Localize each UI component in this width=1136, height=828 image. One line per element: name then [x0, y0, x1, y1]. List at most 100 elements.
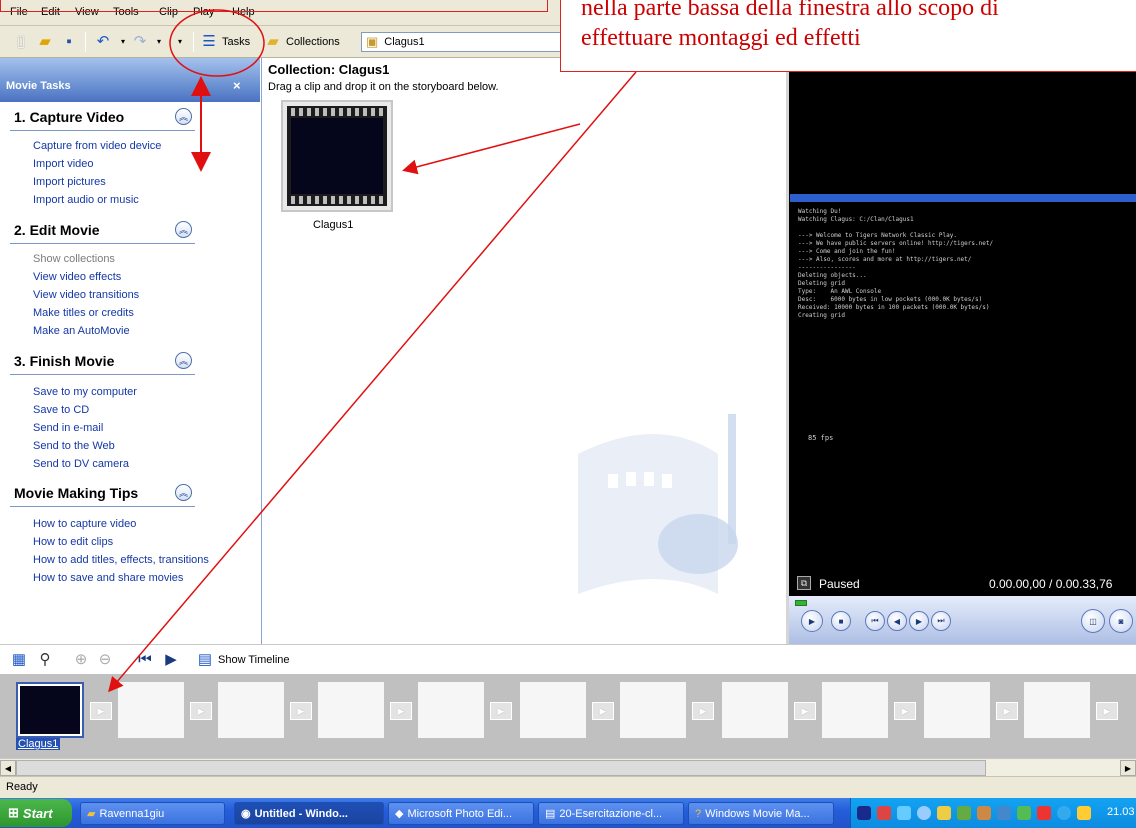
transition-slot-icon[interactable]: ▶ [692, 702, 714, 720]
tray-connection-icon[interactable] [1057, 806, 1071, 820]
storyboard-empty-cell[interactable] [722, 682, 788, 738]
tray-pdf-icon[interactable] [1037, 806, 1051, 820]
tray-volume-icon[interactable] [917, 806, 931, 820]
storyboard-empty-cell[interactable] [822, 682, 888, 738]
set-audio-levels-icon[interactable]: ⚲ [36, 651, 54, 669]
tray-messenger-icon[interactable] [937, 806, 951, 820]
transition-slot-icon[interactable]: ▶ [592, 702, 614, 720]
scroll-left-arrow-icon[interactable]: ◀ [0, 760, 16, 776]
storyboard-clip-label[interactable]: Clagus1 [16, 738, 61, 750]
timeline-icon[interactable]: ▤ [196, 651, 214, 669]
transition-slot-icon[interactable]: ▶ [490, 702, 512, 720]
transition-slot-icon[interactable]: ▶ [390, 702, 412, 720]
undo-icon[interactable]: ↶ [94, 33, 112, 51]
link-how-to-save[interactable]: How to save and share movies [33, 572, 183, 584]
toolbar-options-icon[interactable]: ▾ [171, 33, 189, 51]
link-send-email[interactable]: Send in e-mail [33, 422, 103, 434]
transition-slot-icon[interactable]: ▶ [90, 702, 112, 720]
section-capture-video[interactable]: 1. Capture Video [14, 109, 124, 125]
seek-slider-handle[interactable] [795, 600, 807, 606]
close-icon[interactable]: × [233, 78, 241, 93]
start-button[interactable]: ⊞ Start [0, 799, 72, 827]
rewind-storyboard-icon[interactable]: ⏮ [136, 651, 154, 669]
link-make-titles[interactable]: Make titles or credits [33, 307, 134, 319]
storyboard-empty-cell[interactable] [520, 682, 586, 738]
link-send-dv-camera[interactable]: Send to DV camera [33, 458, 129, 470]
link-import-video[interactable]: Import video [33, 158, 94, 170]
zoom-out-icon[interactable]: ⊖ [96, 651, 114, 669]
full-screen-icon[interactable]: ⧉ [797, 576, 811, 590]
collapse-chevron-icon[interactable]: ︽ [175, 484, 192, 501]
storyboard-clip[interactable] [16, 682, 84, 738]
section-finish-movie[interactable]: 3. Finish Movie [14, 353, 114, 369]
link-how-to-capture[interactable]: How to capture video [33, 518, 136, 530]
take-picture-icon[interactable]: ◙ [1109, 609, 1133, 633]
redo-dropdown-icon[interactable]: ▾ [150, 33, 168, 51]
link-save-to-computer[interactable]: Save to my computer [33, 386, 137, 398]
clip-label[interactable]: Clagus1 [313, 219, 353, 231]
storyboard-empty-cell[interactable] [118, 682, 184, 738]
show-timeline-button[interactable]: Show Timeline [218, 654, 290, 666]
undo-dropdown-icon[interactable]: ▾ [114, 33, 132, 51]
transition-slot-icon[interactable]: ▶ [996, 702, 1018, 720]
transition-slot-icon[interactable]: ▶ [894, 702, 916, 720]
storyboard-empty-cell[interactable] [924, 682, 990, 738]
clip-thumbnail[interactable] [281, 100, 393, 212]
previous-frame-icon[interactable]: ⏮ [865, 611, 885, 631]
taskbar-button-movie-maker-help[interactable]: ? Windows Movie Ma... [688, 802, 834, 825]
play-icon[interactable]: ▶ [801, 610, 823, 632]
tasks-button[interactable]: Tasks [222, 36, 250, 48]
scrollbar-thumb[interactable] [16, 760, 986, 776]
link-view-video-transitions[interactable]: View video transitions [33, 289, 139, 301]
rewind-icon[interactable]: ◀ [887, 611, 907, 631]
section-edit-movie[interactable]: 2. Edit Movie [14, 222, 100, 238]
tray-network-icon[interactable] [877, 806, 891, 820]
storyboard-empty-cell[interactable] [418, 682, 484, 738]
forward-icon[interactable]: ▶ [909, 611, 929, 631]
scroll-right-arrow-icon[interactable]: ▶ [1120, 760, 1136, 776]
taskbar-button-folder[interactable]: ▰ Ravenna1giu [80, 802, 225, 825]
transition-slot-icon[interactable]: ▶ [794, 702, 816, 720]
split-clip-icon[interactable]: ◫ [1081, 609, 1105, 633]
collections-icon[interactable]: ▰ [264, 33, 282, 51]
tray-app-icon[interactable] [857, 806, 871, 820]
stop-icon[interactable]: ■ [831, 611, 851, 631]
taskbar-button-photo-editor[interactable]: ◆ Microsoft Photo Edi... [388, 802, 534, 825]
taskbar-button-word-document[interactable]: ▤ 20-Esercitazione-cl... [538, 802, 684, 825]
link-save-to-cd[interactable]: Save to CD [33, 404, 89, 416]
next-frame-icon[interactable]: ⏭ [931, 611, 951, 631]
tasks-icon[interactable]: ☰ [200, 33, 218, 51]
storyboard-empty-cell[interactable] [1024, 682, 1090, 738]
save-icon[interactable]: ▪ [60, 33, 78, 51]
transition-slot-icon[interactable]: ▶ [1096, 702, 1118, 720]
storyboard-empty-cell[interactable] [318, 682, 384, 738]
storyboard-view-icon[interactable]: ▦ [10, 651, 28, 669]
link-how-to-add-titles[interactable]: How to add titles, effects, transitions [33, 554, 209, 566]
link-view-video-effects[interactable]: View video effects [33, 271, 121, 283]
storyboard-empty-cell[interactable] [218, 682, 284, 738]
collections-button[interactable]: Collections [286, 36, 340, 48]
collapse-chevron-icon[interactable]: ︽ [175, 108, 192, 125]
collapse-chevron-icon[interactable]: ︽ [175, 352, 192, 369]
section-movie-making-tips[interactable]: Movie Making Tips [14, 485, 138, 501]
tray-antivirus-icon[interactable] [1017, 806, 1031, 820]
link-how-to-edit[interactable]: How to edit clips [33, 536, 113, 548]
collapse-chevron-icon[interactable]: ︽ [175, 221, 192, 238]
play-storyboard-icon[interactable]: ▶ [162, 651, 180, 669]
zoom-in-icon[interactable]: ⊕ [72, 651, 90, 669]
link-capture-from-device[interactable]: Capture from video device [33, 140, 161, 152]
collection-dropdown[interactable]: ▣ Clagus1 [361, 32, 561, 52]
tray-display-icon[interactable] [997, 806, 1011, 820]
taskbar-button-movie-maker-active[interactable]: ◉ Untitled - Windo... [234, 802, 384, 825]
tray-tool-icon[interactable] [1077, 806, 1091, 820]
tray-language-icon[interactable] [897, 806, 911, 820]
tray-security-icon[interactable] [957, 806, 971, 820]
link-make-automovie[interactable]: Make an AutoMovie [33, 325, 130, 337]
storyboard-scrollbar[interactable]: ◀ ▶ [0, 758, 1136, 776]
link-send-web[interactable]: Send to the Web [33, 440, 115, 452]
transition-slot-icon[interactable]: ▶ [290, 702, 312, 720]
storyboard-empty-cell[interactable] [620, 682, 686, 738]
link-import-audio[interactable]: Import audio or music [33, 194, 139, 206]
link-import-pictures[interactable]: Import pictures [33, 176, 106, 188]
open-folder-icon[interactable]: ▰ [36, 33, 54, 51]
